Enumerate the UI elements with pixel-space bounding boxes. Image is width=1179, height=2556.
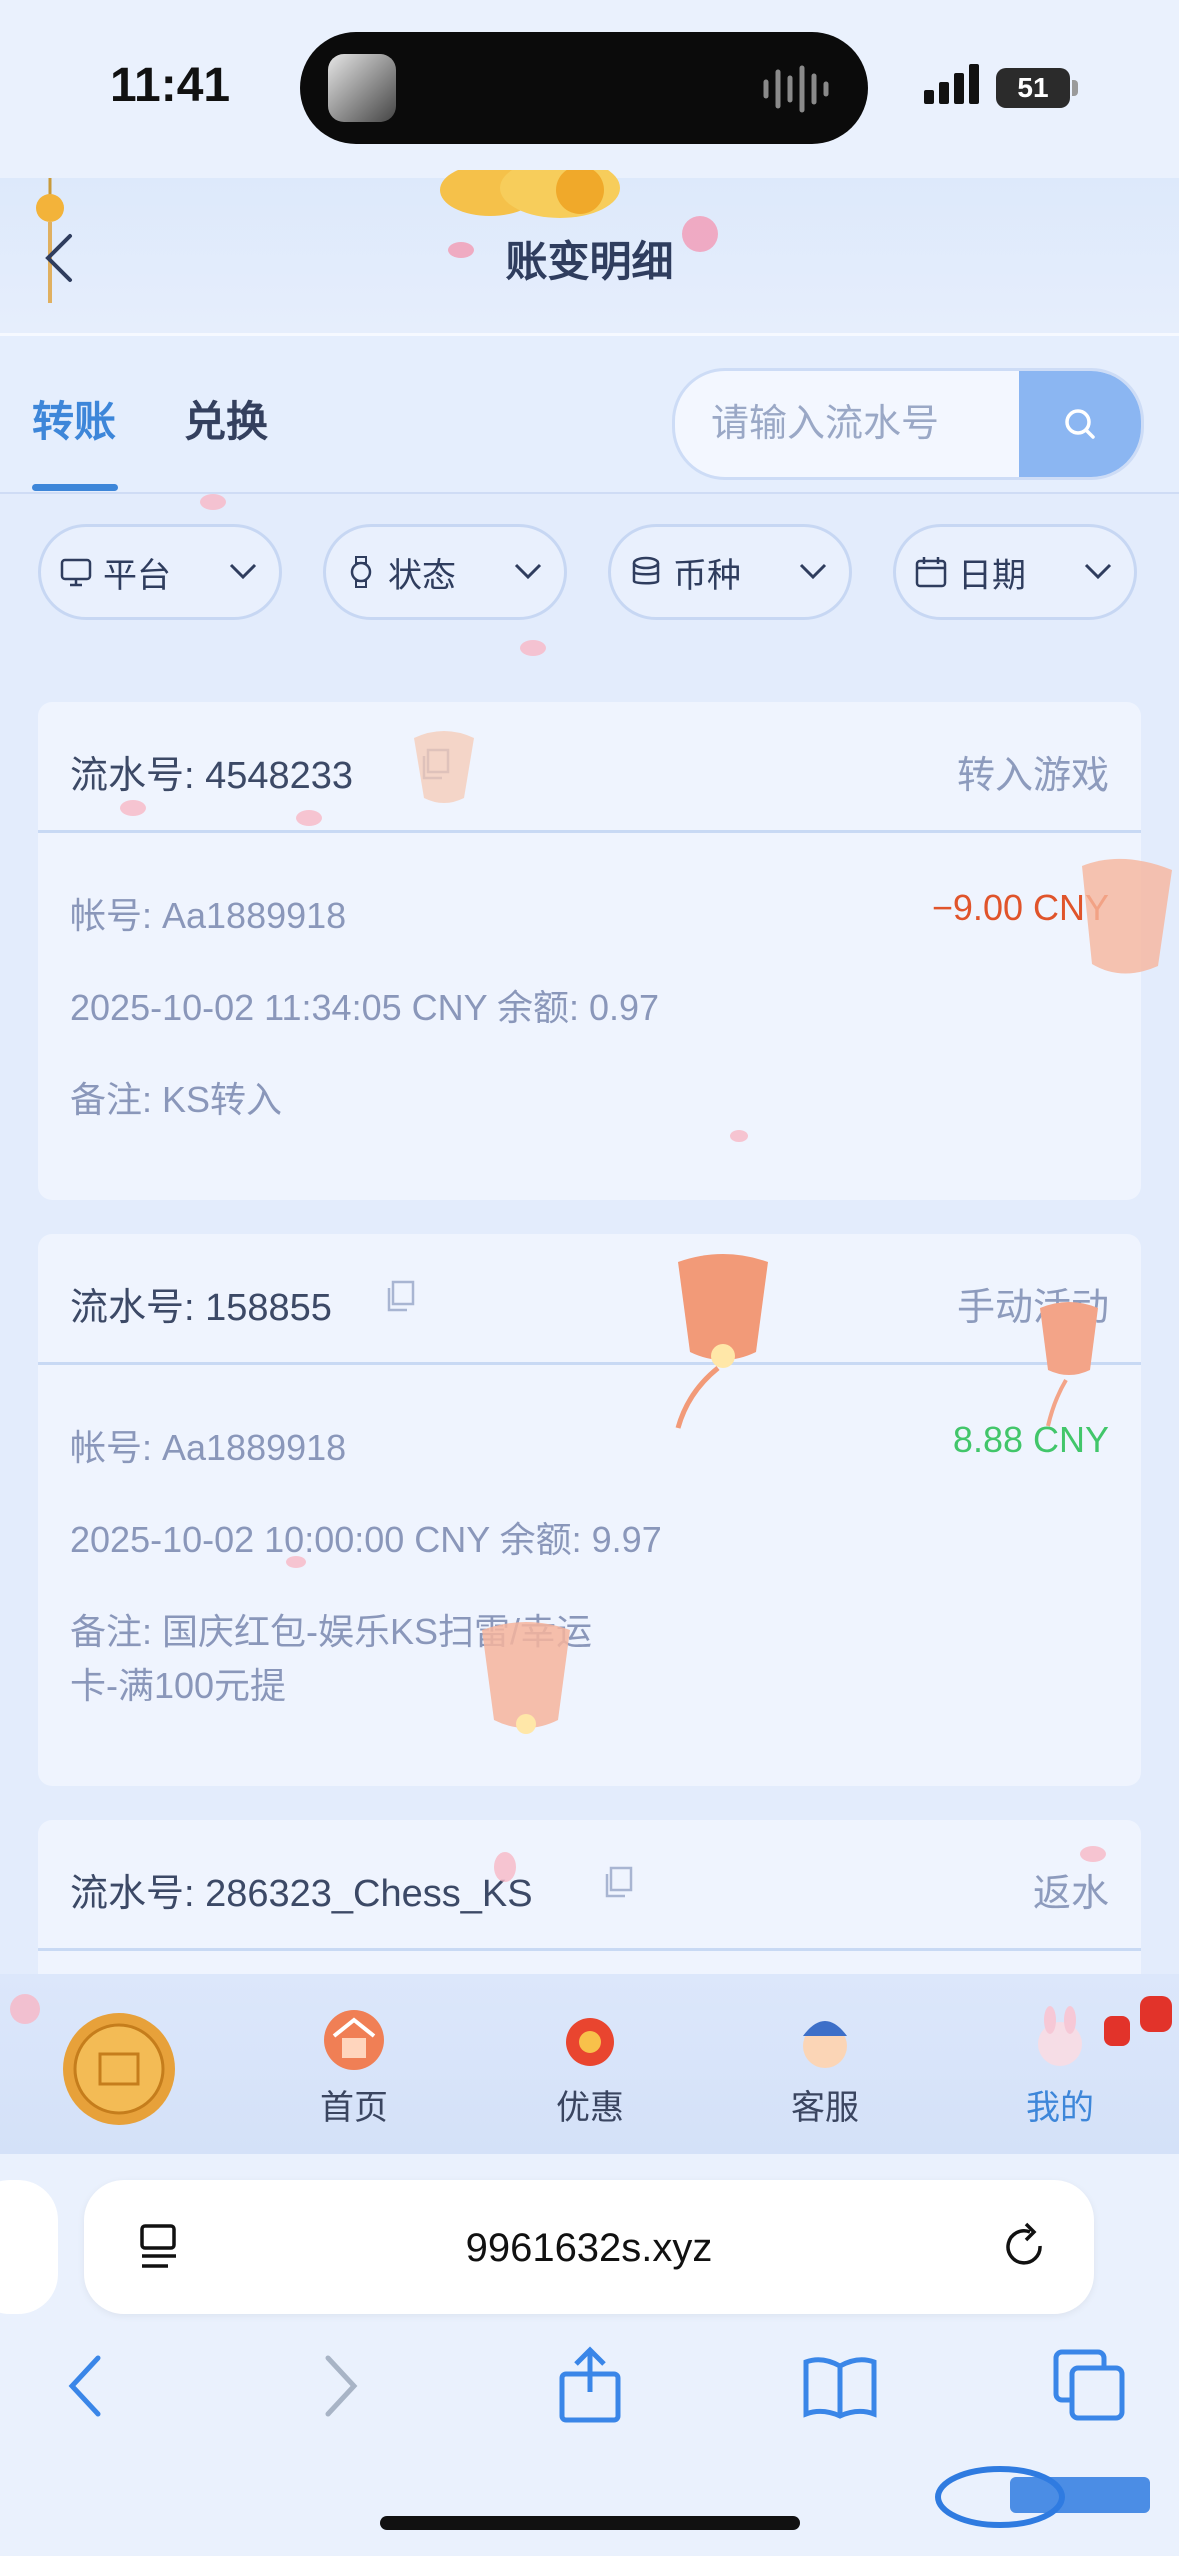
community-watermark-logo <box>935 2466 1150 2528</box>
watch-icon <box>350 556 372 588</box>
search-button[interactable] <box>1019 371 1141 477</box>
tab-home[interactable]: 首页 <box>294 2006 414 2129</box>
page-title: 账变明细 <box>505 238 674 285</box>
record-note: 备注: KS转入 <box>70 1079 283 1120</box>
record-serial: 流水号: 158855 <box>70 1287 332 1329</box>
tab-promo[interactable]: 优惠 <box>530 2006 650 2129</box>
record-card[interactable]: 流水号: 4548233 转入游戏 帐号: Aa1889918 −9.00 CN… <box>38 702 1141 1200</box>
home-icon <box>324 2010 384 2070</box>
filter-date[interactable]: 日期 <box>893 524 1137 620</box>
home-indicator <box>380 2516 800 2530</box>
sky-lantern-icon <box>1040 1302 1098 1427</box>
chevron-down-icon <box>799 563 827 580</box>
filter-status[interactable]: 状态 <box>323 524 567 620</box>
coins-icon <box>632 556 660 585</box>
filter-label: 币种 <box>673 556 741 595</box>
chevron-down-icon <box>1084 563 1112 580</box>
filter-label: 状态 <box>388 556 456 595</box>
tab-label: 客服 <box>791 2089 859 2127</box>
signal-icon <box>924 64 979 104</box>
record-time-balance: 2025-10-02 11:34:05 CNY 余额: 0.97 <box>70 987 660 1028</box>
browser-back-icon[interactable] <box>46 2346 126 2426</box>
battery-nub <box>1072 80 1078 96</box>
tab-exchange[interactable]: 兑换 <box>184 388 268 449</box>
battery-icon: 51 <box>996 68 1070 108</box>
status-time: 11:41 <box>110 59 231 112</box>
calendar-icon <box>915 557 947 588</box>
tab-label: 优惠 <box>556 2089 624 2127</box>
sky-lantern-icon <box>414 731 474 803</box>
record-card[interactable]: 流水号: 158855 手动活动 帐号: Aa1889918 8.88 CNY … <box>38 1234 1141 1786</box>
album-art-icon <box>328 54 396 122</box>
tab-label: 我的 <box>1026 2089 1094 2127</box>
search-input[interactable] <box>675 371 1015 477</box>
petal-icon <box>520 640 546 656</box>
blossom-decoration-icon <box>0 1974 60 2064</box>
sky-lantern-icon <box>482 1622 570 1734</box>
filter-label: 平台 <box>103 556 171 595</box>
filter-row: 平台 状态 币种 日期 <box>0 494 1179 664</box>
record-account: 帐号: Aa1889918 <box>70 1427 347 1468</box>
url-text: 9961632s.xyz <box>465 2226 713 2270</box>
record-account: 帐号: Aa1889918 <box>70 895 347 936</box>
filter-label: 日期 <box>958 556 1026 595</box>
tabs-icon[interactable] <box>1050 2346 1130 2426</box>
petal-icon <box>286 1556 306 1568</box>
page-header: 账变明细 <box>0 170 1179 336</box>
red-lantern-icon <box>1104 1996 1172 2046</box>
tab-transfer[interactable]: 转账 <box>32 388 116 449</box>
sky-lantern-icon <box>1082 858 1172 974</box>
petal-icon <box>1080 1846 1106 1862</box>
bookmarks-icon[interactable] <box>800 2346 880 2426</box>
record-note-continued: 卡-满100元提 <box>70 1665 287 1706</box>
monitor-icon <box>60 558 92 587</box>
record-header: 流水号: 286323_Chess_KS 返水 <box>38 1820 1141 1951</box>
active-tab-indicator <box>32 484 118 491</box>
tab-label: 首页 <box>320 2089 388 2127</box>
dynamic-island <box>300 32 868 144</box>
tab-support[interactable]: 客服 <box>765 2006 885 2129</box>
chevron-down-icon <box>229 563 257 580</box>
copy-icon[interactable] <box>601 1864 637 1900</box>
petal-icon <box>494 1852 516 1882</box>
profile-icon <box>1038 2006 1082 2066</box>
previous-tab-card[interactable] <box>0 2180 58 2314</box>
bottom-tab-bar: 首页 优惠 客服 我的 <box>0 1974 1179 2154</box>
record-serial: 流水号: 4548233 <box>70 755 354 797</box>
address-bar[interactable]: 9961632s.xyz <box>84 2180 1094 2314</box>
copy-icon[interactable] <box>383 1278 419 1314</box>
flower-icon <box>448 242 474 258</box>
support-icon <box>803 2021 847 2068</box>
mooncake-icon[interactable] <box>60 2010 178 2128</box>
record-serial: 流水号: 286323_Chess_KS <box>70 1873 533 1915</box>
petal-icon <box>296 810 322 826</box>
browser-forward-icon[interactable] <box>300 2346 380 2426</box>
petal-icon <box>730 1130 748 1142</box>
petal-icon <box>200 494 226 510</box>
share-icon[interactable] <box>550 2346 630 2426</box>
record-time-balance: 2025-10-02 10:00:00 CNY 余额: 9.97 <box>70 1519 662 1560</box>
record-type: 转入游戏 <box>956 755 1109 797</box>
petal-icon <box>120 800 146 816</box>
filter-platform[interactable]: 平台 <box>38 524 282 620</box>
filter-currency[interactable]: 币种 <box>608 524 852 620</box>
flower-icon <box>682 216 718 252</box>
cloud-decoration-icon <box>440 170 620 218</box>
record-header: 流水号: 158855 手动活动 <box>38 1234 1141 1365</box>
search-icon <box>1065 409 1095 439</box>
record-card[interactable]: 流水号: 286323_Chess_KS 返水 <box>38 1820 1141 1974</box>
search-box <box>672 368 1144 480</box>
sky-lantern-icon <box>675 1254 768 1429</box>
record-type: 返水 <box>1032 1873 1109 1915</box>
audio-wave-icon <box>763 65 829 113</box>
record-header: 流水号: 4548233 转入游戏 <box>38 702 1141 833</box>
promo-icon <box>566 2018 614 2066</box>
reload-icon[interactable] <box>996 2218 1054 2276</box>
chevron-down-icon <box>514 563 542 580</box>
tab-bar: 转账 兑换 <box>0 336 1179 494</box>
